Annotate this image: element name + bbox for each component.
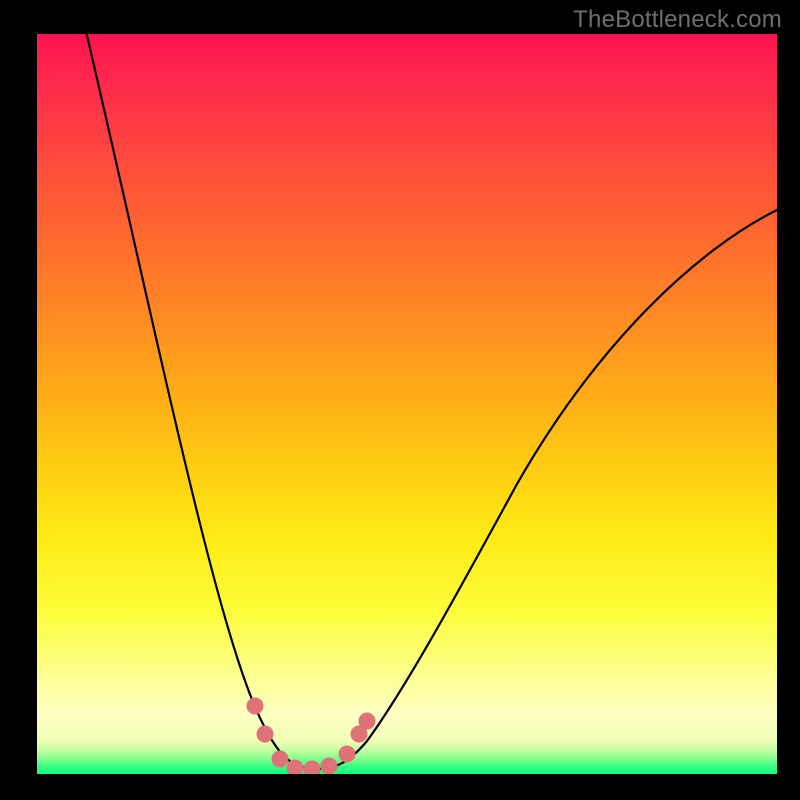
line-chart-svg [37,34,777,774]
curve-marker [247,698,263,714]
bottleneck-curve [82,34,777,769]
watermark-text: TheBottleneck.com [573,6,782,34]
curve-marker [287,760,303,774]
plot-area [37,34,777,774]
curve-marker [272,751,288,767]
marker-group [247,698,375,774]
curve-marker [304,761,320,774]
curve-marker [321,758,337,774]
curve-marker [359,713,375,729]
curve-marker [339,746,355,762]
chart-frame: TheBottleneck.com [0,0,800,800]
curve-marker [257,726,273,742]
